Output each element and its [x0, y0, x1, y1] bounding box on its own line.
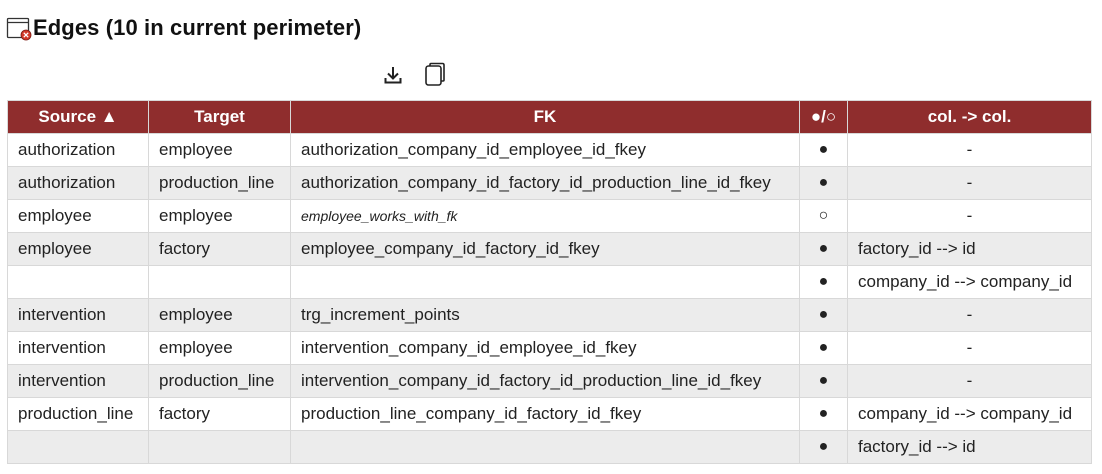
column-header-target[interactable]: Target [148, 100, 291, 134]
cell-fk [290, 265, 800, 299]
table-row: intervention employee trg_increment_points… [7, 298, 1092, 332]
cell-target [148, 265, 291, 299]
cell-col-mapping: - [847, 166, 1092, 200]
cell-source: authorization [7, 166, 149, 200]
cell-indicator: ○ [799, 199, 848, 233]
toolbar [380, 62, 448, 88]
table-row: production_line factory production_line_co… [7, 397, 1092, 431]
cell-col-mapping: - [847, 331, 1092, 365]
cell-fk: production_line_company_id_factory_id_fk… [290, 397, 800, 431]
cell-fk: intervention_company_id_factory_id_produ… [290, 364, 800, 398]
table-body: authorization employee authorization_compa… [7, 133, 1092, 464]
cell-source: employee [7, 199, 149, 233]
cell-col-mapping: - [847, 364, 1092, 398]
window-close-icon [6, 15, 32, 41]
cell-source: intervention [7, 331, 149, 365]
table-row: authorization production_line authorizatio… [7, 166, 1092, 200]
column-header-source[interactable]: Source ▲ [7, 100, 149, 134]
cell-fk: authorization_company_id_factory_id_prod… [290, 166, 800, 200]
cell-indicator: ● [799, 133, 848, 167]
cell-indicator: ● [799, 364, 848, 398]
download-icon[interactable] [380, 62, 406, 88]
cell-target: employee [148, 133, 291, 167]
cell-target: factory [148, 232, 291, 266]
cell-target: employee [148, 331, 291, 365]
cell-fk: intervention_company_id_employee_id_fkey [290, 331, 800, 365]
cell-source [7, 265, 149, 299]
column-header-col-mapping[interactable]: col. -> col. [847, 100, 1092, 134]
cell-fk: employee_company_id_factory_id_fkey [290, 232, 800, 266]
cell-col-mapping: - [847, 199, 1092, 233]
page-title: Edges (10 in current perimeter) [33, 15, 362, 40]
cell-fk: employee_works_with_fk [290, 199, 800, 233]
column-header-fk[interactable]: FK [290, 100, 800, 134]
cell-source: employee [7, 232, 149, 266]
table-row: employee employee employee_works_with_fk ○ - [7, 199, 1092, 233]
cell-source: authorization [7, 133, 149, 167]
cell-col-mapping: - [847, 298, 1092, 332]
cell-target: production_line [148, 166, 291, 200]
table-row: employee factory employee_company_id_facto… [7, 232, 1092, 266]
cell-indicator: ● [799, 430, 848, 464]
copy-icon[interactable] [422, 62, 448, 88]
cell-col-mapping: company_id --> company_id [847, 265, 1092, 299]
cell-target: production_line [148, 364, 291, 398]
cell-col-mapping: factory_id --> id [847, 232, 1092, 266]
cell-target: factory [148, 397, 291, 431]
table-row: intervention production_line intervention_… [7, 364, 1092, 398]
cell-fk: trg_increment_points [290, 298, 800, 332]
cell-col-mapping: factory_id --> id [847, 430, 1092, 464]
cell-fk: authorization_company_id_employee_id_fke… [290, 133, 800, 167]
cell-target [148, 430, 291, 464]
cell-source [7, 430, 149, 464]
table-header-row: Source ▲ Target FK ●/○ col. -> col. [7, 100, 1092, 134]
cell-col-mapping: - [847, 133, 1092, 167]
edges-table: Source ▲ Target FK ●/○ col. -> col. auth… [7, 100, 1092, 464]
cell-col-mapping: company_id --> company_id [847, 397, 1092, 431]
cell-target: employee [148, 199, 291, 233]
cell-indicator: ● [799, 397, 848, 431]
cell-source: production_line [7, 397, 149, 431]
table-row: intervention employee intervention_company… [7, 331, 1092, 365]
table-row: authorization employee authorization_compa… [7, 133, 1092, 167]
cell-source: intervention [7, 364, 149, 398]
table-row: ● factory_id --> id [7, 430, 1092, 464]
table-row: ● company_id --> company_id [7, 265, 1092, 299]
cell-source: intervention [7, 298, 149, 332]
cell-indicator: ● [799, 265, 848, 299]
column-header-indicator[interactable]: ●/○ [799, 100, 848, 134]
cell-indicator: ● [799, 331, 848, 365]
cell-target: employee [148, 298, 291, 332]
cell-indicator: ● [799, 298, 848, 332]
cell-indicator: ● [799, 232, 848, 266]
title-row: Edges (10 in current perimeter) [6, 13, 361, 43]
cell-fk [290, 430, 800, 464]
cell-indicator: ● [799, 166, 848, 200]
